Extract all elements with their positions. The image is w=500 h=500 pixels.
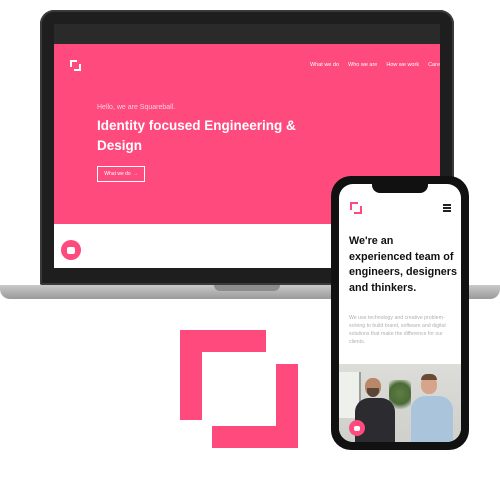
hero-greeting: Hello, we are Squareball. [97, 104, 176, 111]
nav-care[interactable]: Care [428, 62, 440, 68]
laptop-camera-bar [54, 24, 440, 44]
brand-mark-bottom-right [212, 364, 298, 448]
phone-screen: We're an experienced team of engineers, … [339, 184, 461, 442]
hero-heading: Identity focused Engineering & Design [97, 118, 296, 153]
phone-heading: We're an experienced team of engineers, … [349, 235, 458, 294]
nav-how-we-work[interactable]: How we work [386, 62, 419, 68]
nav-what-we-do[interactable]: What we do [310, 62, 339, 68]
chat-bubble-icon[interactable] [61, 240, 81, 260]
hamburger-menu-icon[interactable] [443, 204, 451, 212]
squareball-logo-icon[interactable] [70, 60, 81, 71]
laptop-hinge-notch [214, 285, 280, 291]
laptop-nav: What we do Who we are How we work Care [310, 62, 440, 68]
nav-who-we-are[interactable]: Who we are [348, 62, 377, 68]
squareball-logo-icon[interactable] [350, 202, 362, 214]
phone-intro-text: We use technology and creative problem-s… [349, 315, 446, 345]
arrow-right-icon: → [132, 171, 138, 177]
cta-label: What we do [104, 171, 131, 177]
chat-bubble-icon[interactable] [349, 420, 365, 436]
phone-notch [372, 184, 428, 193]
what-we-do-button[interactable]: What we do → [97, 166, 145, 182]
